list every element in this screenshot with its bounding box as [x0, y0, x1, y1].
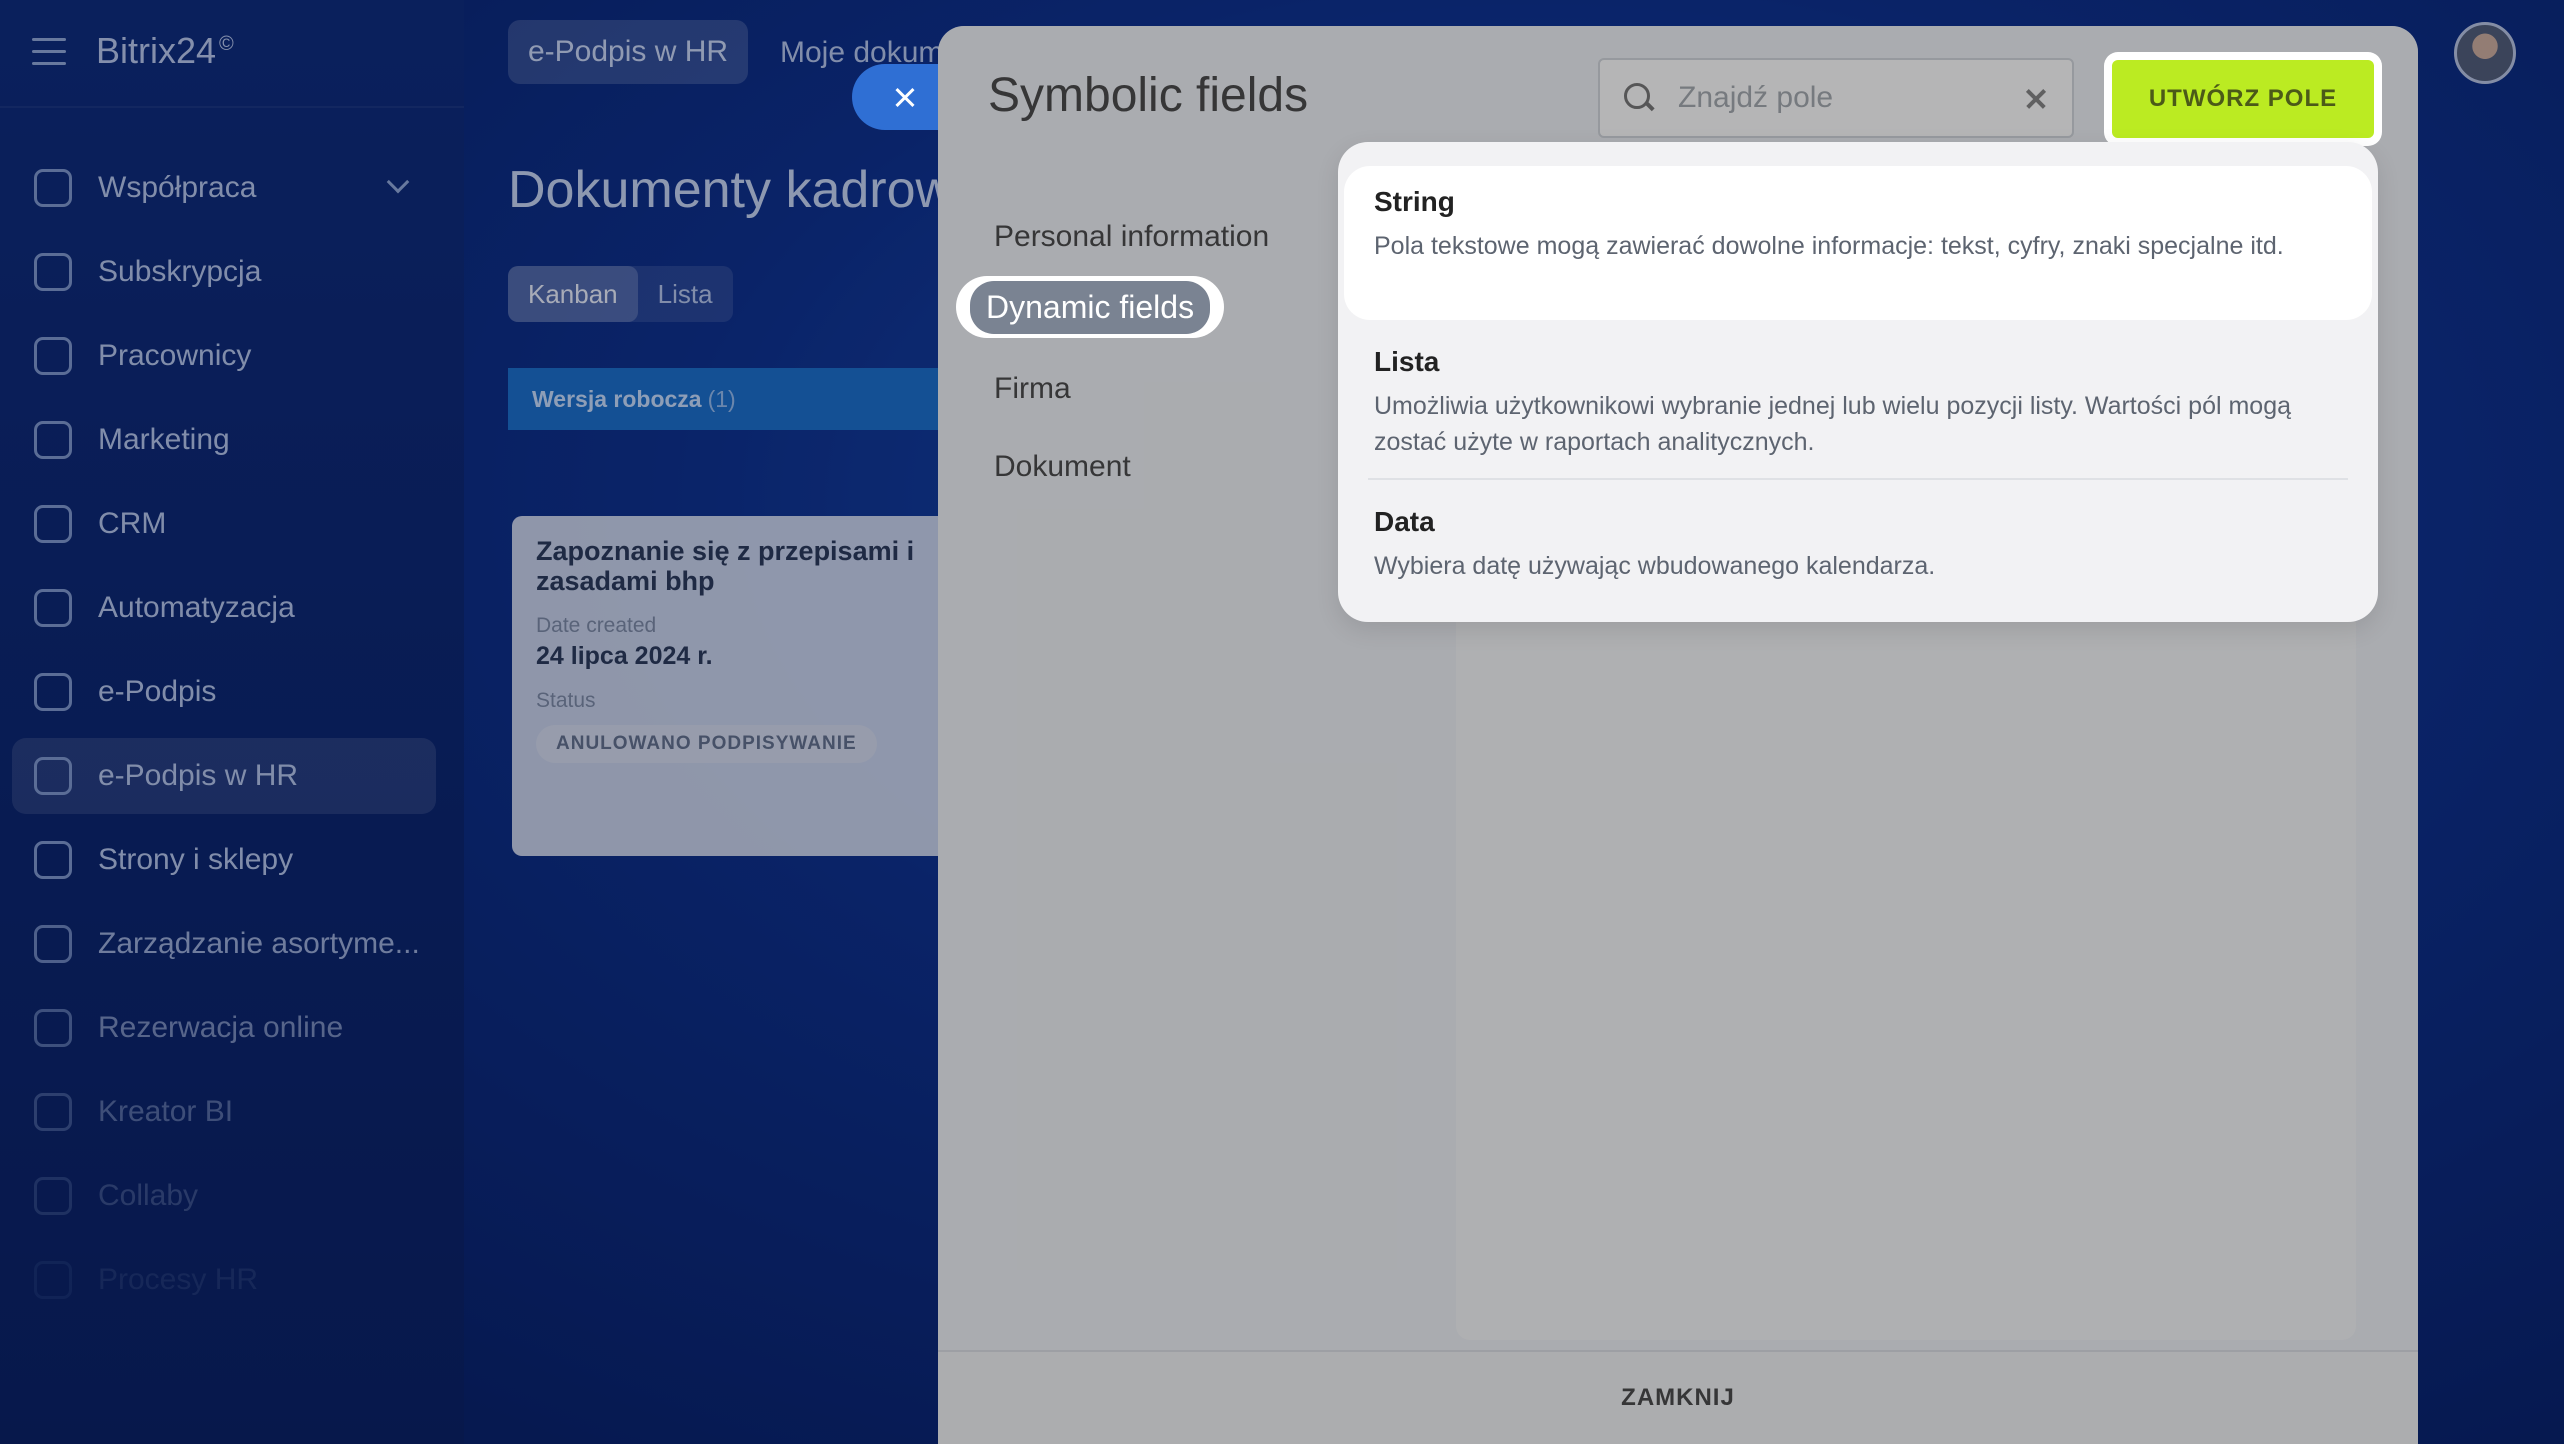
- dropdown-divider: [1368, 478, 2348, 480]
- search-input[interactable]: [1678, 81, 2018, 115]
- create-field-button[interactable]: UTWÓRZ POLE: [2112, 60, 2374, 138]
- search-icon: [1624, 83, 1654, 113]
- nav-firma[interactable]: Firma: [994, 372, 1071, 406]
- clear-search-icon[interactable]: [2024, 86, 2050, 112]
- search-field: [1598, 58, 2074, 138]
- nav-dynamic-fields[interactable]: Dynamic fields: [956, 276, 1225, 338]
- modal-title: Symbolic fields: [988, 69, 1309, 122]
- field-type-dropdown: String Pola tekstowe mogą zawierać dowol…: [1338, 142, 2378, 622]
- field-type-option-lista[interactable]: Lista Umożliwia użytkownikowi wybranie j…: [1344, 326, 2372, 480]
- field-type-option-data[interactable]: Data Wybiera datę używając wbudowanego k…: [1344, 486, 2372, 604]
- field-type-option-string[interactable]: String Pola tekstowe mogą zawierać dowol…: [1344, 166, 2372, 320]
- close-button[interactable]: ZAMKNIJ: [938, 1350, 2418, 1444]
- create-field-highlight: UTWÓRZ POLE: [2104, 52, 2382, 146]
- nav-dokument[interactable]: Dokument: [994, 450, 1131, 484]
- close-slider-icon[interactable]: [852, 64, 952, 130]
- nav-personal-information[interactable]: Personal information: [994, 220, 1269, 254]
